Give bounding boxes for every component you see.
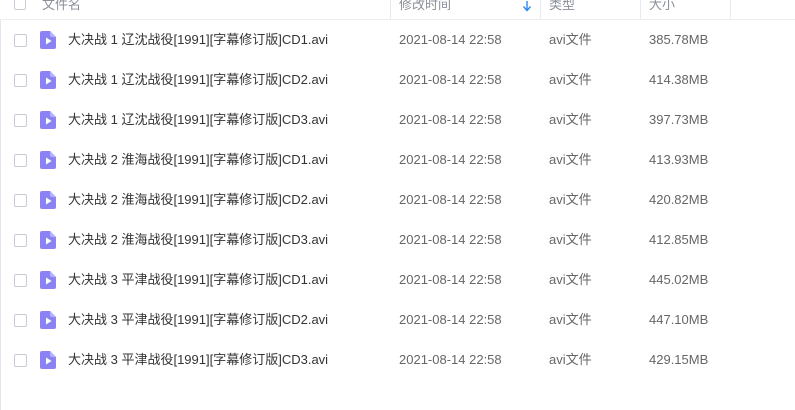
file-name[interactable]: 大决战 1 辽沈战役[1991][字幕修订版]CD2.avi (68, 60, 328, 100)
file-type: avi文件 (549, 272, 592, 287)
row-checkbox[interactable] (14, 234, 27, 247)
file-size: 397.73MB (649, 112, 709, 127)
video-file-icon (40, 271, 56, 289)
row-checkbox[interactable] (14, 314, 27, 327)
select-all-checkbox[interactable] (14, 0, 26, 10)
file-row[interactable]: 大决战 1 辽沈战役[1991][字幕修订版]CD2.avi 2021-08-14… (0, 60, 795, 100)
video-file-icon (40, 191, 56, 209)
video-file-icon (40, 71, 56, 89)
column-header-size-label: 大小 (649, 0, 676, 12)
file-type: avi文件 (549, 32, 592, 47)
column-header-type[interactable]: 类型 (541, 0, 641, 19)
file-type: avi文件 (549, 152, 592, 167)
file-row[interactable]: 大决战 3 平津战役[1991][字幕修订版]CD2.avi 2021-08-14… (0, 300, 795, 340)
column-header-time-label: 修改时间 (399, 0, 452, 12)
file-name[interactable]: 大决战 2 淮海战役[1991][字幕修订版]CD3.avi (68, 220, 328, 260)
file-list-header: 文件名 修改时间 类型 大小 (0, 0, 795, 20)
sort-down-arrow-icon[interactable] (522, 0, 532, 12)
row-checkbox[interactable] (14, 194, 27, 207)
file-size: 414.38MB (649, 72, 709, 87)
column-header-name-label: 文件名 (42, 0, 82, 12)
file-size: 429.15MB (649, 352, 709, 367)
video-file-icon (40, 351, 56, 369)
file-size: 413.93MB (649, 152, 709, 167)
file-modified-time: 2021-08-14 22:58 (399, 152, 502, 167)
file-modified-time: 2021-08-14 22:58 (399, 232, 502, 247)
file-type: avi文件 (549, 312, 592, 327)
file-modified-time: 2021-08-14 22:58 (399, 352, 502, 367)
file-modified-time: 2021-08-14 22:58 (399, 112, 502, 127)
file-type: avi文件 (549, 192, 592, 207)
video-file-icon (40, 151, 56, 169)
row-checkbox[interactable] (14, 34, 27, 47)
video-file-icon (40, 231, 56, 249)
file-name[interactable]: 大决战 3 平津战役[1991][字幕修订版]CD1.avi (68, 260, 328, 300)
file-name[interactable]: 大决战 1 辽沈战役[1991][字幕修订版]CD3.avi (68, 100, 328, 140)
file-row[interactable]: 大决战 2 淮海战役[1991][字幕修订版]CD3.avi 2021-08-14… (0, 220, 795, 260)
column-header-size[interactable]: 大小 (641, 0, 731, 19)
column-header-name[interactable]: 文件名 (34, 0, 391, 19)
file-row[interactable]: 大决战 2 淮海战役[1991][字幕修订版]CD2.avi 2021-08-14… (0, 180, 795, 220)
file-modified-time: 2021-08-14 22:58 (399, 272, 502, 287)
file-name[interactable]: 大决战 3 平津战役[1991][字幕修订版]CD3.avi (68, 340, 328, 380)
file-modified-time: 2021-08-14 22:58 (399, 72, 502, 87)
file-modified-time: 2021-08-14 22:58 (399, 192, 502, 207)
video-file-icon (40, 111, 56, 129)
file-name[interactable]: 大决战 2 淮海战役[1991][字幕修订版]CD2.avi (68, 180, 328, 220)
file-modified-time: 2021-08-14 22:58 (399, 32, 502, 47)
file-modified-time: 2021-08-14 22:58 (399, 312, 502, 327)
row-checkbox[interactable] (14, 274, 27, 287)
file-size: 445.02MB (649, 272, 709, 287)
file-size: 420.82MB (649, 192, 709, 207)
file-name[interactable]: 大决战 3 平津战役[1991][字幕修订版]CD2.avi (68, 300, 328, 340)
file-size: 447.10MB (649, 312, 709, 327)
file-row[interactable]: 大决战 3 平津战役[1991][字幕修订版]CD1.avi 2021-08-14… (0, 260, 795, 300)
file-name[interactable]: 大决战 2 淮海战役[1991][字幕修订版]CD1.avi (68, 140, 328, 180)
file-size: 385.78MB (649, 32, 709, 47)
file-name[interactable]: 大决战 1 辽沈战役[1991][字幕修订版]CD1.avi (68, 20, 328, 60)
file-row[interactable]: 大决战 1 辽沈战役[1991][字幕修订版]CD1.avi 2021-08-14… (0, 20, 795, 60)
row-checkbox[interactable] (14, 154, 27, 167)
file-row[interactable]: 大决战 3 平津战役[1991][字幕修订版]CD3.avi 2021-08-14… (0, 340, 795, 380)
file-row[interactable]: 大决战 1 辽沈战役[1991][字幕修订版]CD3.avi 2021-08-14… (0, 100, 795, 140)
file-type: avi文件 (549, 112, 592, 127)
column-header-modified-time[interactable]: 修改时间 (391, 0, 541, 19)
video-file-icon (40, 31, 56, 49)
file-type: avi文件 (549, 352, 592, 367)
column-header-type-label: 类型 (549, 0, 576, 12)
file-type: avi文件 (549, 232, 592, 247)
row-checkbox[interactable] (14, 74, 27, 87)
file-type: avi文件 (549, 72, 592, 87)
video-file-icon (40, 311, 56, 329)
row-checkbox[interactable] (14, 354, 27, 367)
file-row[interactable]: 大决战 2 淮海战役[1991][字幕修订版]CD1.avi 2021-08-14… (0, 140, 795, 180)
file-size: 412.85MB (649, 232, 709, 247)
row-checkbox[interactable] (14, 114, 27, 127)
